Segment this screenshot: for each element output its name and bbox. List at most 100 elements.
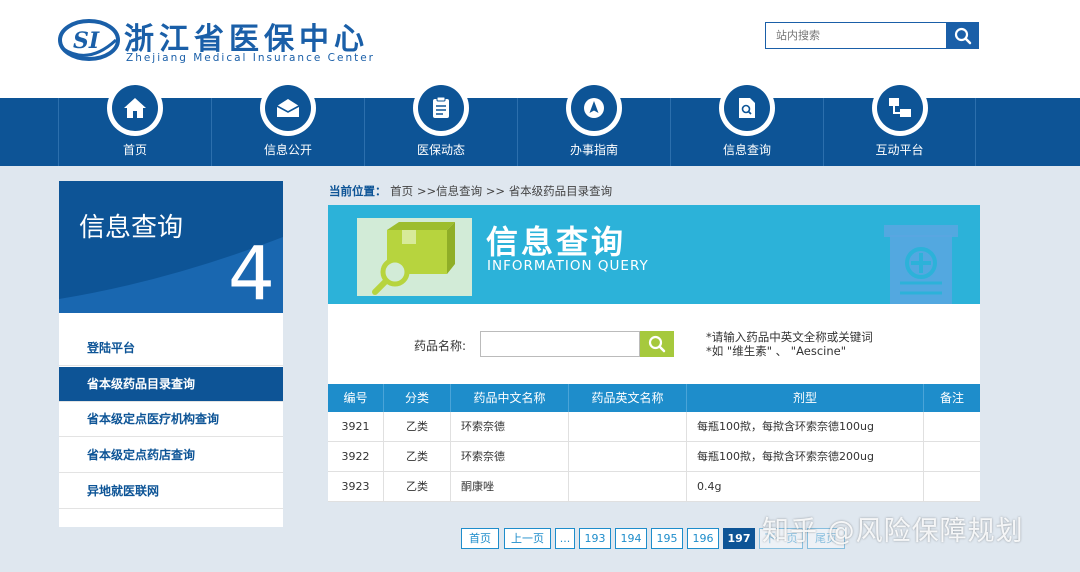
site-search-button[interactable] bbox=[946, 23, 979, 48]
site-header: SI 浙江省医保中心 Zhejiang Medical Insurance Ce… bbox=[0, 0, 1080, 98]
file-search-icon bbox=[739, 98, 755, 118]
site-subtitle: Zhejiang Medical Insurance Center bbox=[126, 52, 375, 64]
nav-label: 首页 bbox=[122, 143, 147, 157]
box-search-icon bbox=[372, 222, 455, 295]
cell-note bbox=[924, 412, 980, 441]
nav-icon-inner bbox=[724, 85, 770, 131]
envelope-icon bbox=[276, 99, 300, 117]
nav-icon-circle bbox=[719, 80, 775, 136]
banner-subtitle: INFORMATION QUERY bbox=[487, 258, 649, 274]
col-header-en-name: 药品英文名称 bbox=[569, 384, 687, 412]
cell-cn-name: 环索奈德 bbox=[451, 412, 569, 441]
col-header-category: 分类 bbox=[384, 384, 451, 412]
cell-id: 3922 bbox=[328, 442, 384, 471]
drug-query-form: 药品名称: *请输入药品中英文全称或关键词 *如 "维生素" 、 "Aescin… bbox=[328, 304, 980, 384]
nav-icon-circle bbox=[260, 80, 316, 136]
cell-cn-name: 环索奈德 bbox=[451, 442, 569, 471]
nav-label: 信息查询 bbox=[722, 143, 771, 157]
sidebar-item-pharmacies[interactable]: 省本级定点药店查询 bbox=[59, 438, 283, 473]
search-icon bbox=[954, 27, 971, 44]
watermark: 知乎 @风险保障规划 bbox=[762, 516, 1024, 547]
page-number-button[interactable]: 194 bbox=[615, 528, 647, 549]
cell-en-name bbox=[569, 412, 687, 441]
cell-form: 每瓶100揿，每揿含环索奈德100ug bbox=[687, 412, 924, 441]
home-icon bbox=[124, 98, 146, 118]
page-current[interactable]: 197 bbox=[723, 528, 755, 549]
logo-icon[interactable]: SI bbox=[58, 18, 120, 62]
cell-cn-name: 酮康唑 bbox=[451, 472, 569, 501]
cell-form: 每瓶100揿，每揿含环索奈德200ug bbox=[687, 442, 924, 471]
drug-results-table: 编号 分类 药品中文名称 药品英文名称 剂型 备注 3921 乙类 环索奈德 每… bbox=[328, 384, 980, 502]
sidebar-menu: 登陆平台 省本级药品目录查询 省本级定点医疗机构查询 省本级定点药店查询 异地就… bbox=[59, 313, 283, 527]
main-nav: 首页 信息公开 医保动态 办事指南 信息查询 互动平台 bbox=[0, 80, 1080, 166]
col-header-cn-name: 药品中文名称 bbox=[451, 384, 569, 412]
breadcrumb-current: 省本级药品目录查询 bbox=[508, 184, 613, 198]
banner-title: 信息查询 bbox=[486, 223, 627, 261]
site-search-input[interactable] bbox=[766, 23, 946, 48]
cell-note bbox=[924, 472, 980, 501]
nav-icon-circle bbox=[107, 80, 163, 136]
page-prev-button[interactable]: 上一页 bbox=[504, 528, 551, 549]
table-row: 3921 乙类 环索奈德 每瓶100揿，每揿含环索奈德100ug bbox=[328, 412, 980, 442]
sidebar-title: 信息查询 bbox=[79, 213, 184, 243]
sidebar-item-hospitals[interactable]: 省本级定点医疗机构查询 bbox=[59, 402, 283, 437]
breadcrumb-info-query[interactable]: >>信息查询 bbox=[417, 184, 482, 198]
nav-icon-inner bbox=[265, 85, 311, 131]
page-ellipsis: ... bbox=[555, 528, 575, 549]
sidebar-item-drug-catalog[interactable]: 省本级药品目录查询 bbox=[59, 367, 283, 402]
building-icon bbox=[884, 225, 958, 304]
nav-icon-inner bbox=[418, 85, 464, 131]
nav-item-home[interactable]: 首页 bbox=[58, 80, 211, 166]
nav-item-info-query[interactable]: 信息查询 bbox=[670, 80, 823, 166]
nav-icon-inner bbox=[571, 85, 617, 131]
sidebar-header: 信息查询 4 bbox=[59, 181, 283, 313]
cell-form: 0.4g bbox=[687, 472, 924, 501]
query-hint-line1: *请输入药品中英文全称或关键词 bbox=[706, 330, 873, 344]
cell-en-name bbox=[569, 472, 687, 501]
cell-category: 乙类 bbox=[384, 472, 451, 501]
page-number-button[interactable]: 193 bbox=[579, 528, 611, 549]
breadcrumb-separator: >> bbox=[485, 184, 506, 198]
cell-id: 3921 bbox=[328, 412, 384, 441]
nav-label: 办事指南 bbox=[569, 143, 618, 157]
site-search bbox=[765, 22, 979, 49]
col-header-id: 编号 bbox=[328, 384, 384, 412]
page-number-button[interactable]: 196 bbox=[687, 528, 719, 549]
drug-name-input[interactable] bbox=[480, 331, 640, 357]
cell-en-name bbox=[569, 442, 687, 471]
svg-text:SI: SI bbox=[73, 28, 100, 54]
nav-item-news[interactable]: 医保动态 bbox=[364, 80, 517, 166]
sidebar-number: 4 bbox=[227, 231, 275, 313]
nav-icon-circle bbox=[566, 80, 622, 136]
breadcrumb: 当前位置： 首页 >>信息查询 >> 省本级药品目录查询 bbox=[329, 183, 612, 199]
page-banner: 信息查询 INFORMATION QUERY bbox=[328, 205, 980, 304]
nav-item-guide[interactable]: 办事指南 bbox=[517, 80, 670, 166]
search-icon bbox=[648, 335, 666, 353]
page-number-button[interactable]: 195 bbox=[651, 528, 683, 549]
nav-item-interaction[interactable]: 互动平台 bbox=[823, 80, 976, 166]
drug-search-button[interactable] bbox=[640, 331, 674, 357]
sidebar-item-remote-care[interactable]: 异地就医联网 bbox=[59, 474, 283, 509]
nav-label: 医保动态 bbox=[416, 143, 465, 157]
table-row: 3922 乙类 环索奈德 每瓶100揿，每揿含环索奈德200ug bbox=[328, 442, 980, 472]
cell-note bbox=[924, 442, 980, 471]
cell-category: 乙类 bbox=[384, 412, 451, 441]
breadcrumb-home[interactable]: 首页 bbox=[390, 184, 413, 198]
col-header-note: 备注 bbox=[939, 391, 964, 405]
cell-category: 乙类 bbox=[384, 442, 451, 471]
nav-label: 信息公开 bbox=[263, 143, 312, 157]
nav-icon-circle bbox=[871, 80, 928, 136]
query-hint-line2: *如 "维生素" 、 "Aescine" bbox=[706, 344, 846, 358]
nav-item-info-public[interactable]: 信息公开 bbox=[211, 80, 364, 166]
breadcrumb-prefix: 当前位置： bbox=[329, 184, 387, 198]
page-first-button[interactable]: 首页 bbox=[461, 528, 499, 549]
document-icon bbox=[433, 96, 449, 118]
col-header-form: 剂型 bbox=[687, 384, 924, 412]
drug-name-label: 药品名称: bbox=[414, 339, 467, 353]
network-icon bbox=[888, 98, 911, 117]
compass-icon bbox=[584, 98, 604, 118]
sidebar-item-login[interactable]: 登陆平台 bbox=[59, 331, 283, 366]
nav-label: 互动平台 bbox=[875, 143, 924, 157]
banner-illustration bbox=[357, 218, 472, 296]
table-row: 3923 乙类 酮康唑 0.4g bbox=[328, 472, 980, 502]
